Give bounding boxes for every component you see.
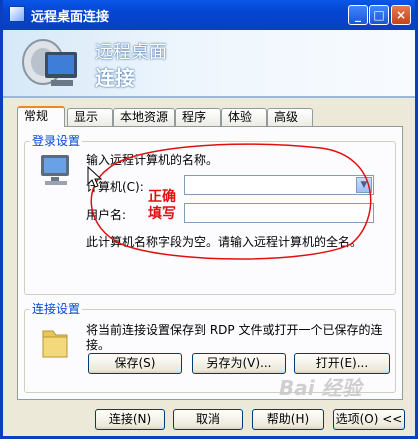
banner-divider (3, 96, 415, 98)
options-button[interactable]: 选项(O) << (333, 409, 405, 430)
monitor-icon (41, 155, 69, 185)
remote-desktop-icon (9, 6, 25, 22)
maximize-button[interactable]: □ (369, 5, 389, 25)
window-title: 远程桌面连接 (31, 10, 110, 25)
banner-title-line1: 远程桌面 (95, 42, 167, 63)
computer-logo-icon (22, 39, 77, 86)
tab-programs[interactable]: 程序 (175, 108, 221, 126)
connection-description-line2: 接。 (86, 338, 111, 352)
baidu-watermark: Bai 经验 (279, 376, 362, 400)
help-button[interactable]: 帮助(H) (252, 409, 324, 430)
tab-local-resources[interactable]: 本地资源 (113, 108, 175, 126)
remote-desktop-window: 远程桌面连接 _ □ × 远程桌面 连接 常规 显示 本地资源 程序 体验 高级… (0, 0, 418, 439)
folder-icon (42, 330, 68, 358)
tab-experience[interactable]: 体验 (221, 108, 267, 126)
title-bar[interactable]: 远程桌面连接 _ □ × (3, 0, 415, 30)
connection-description-line1: 将当前连接设置保存到 RDP 文件或打开一个已保存的连 (86, 323, 383, 337)
red-circle-annotation (90, 143, 372, 260)
save-as-button[interactable]: 另存为(V)... (192, 353, 286, 374)
cancel-button[interactable]: 取消 (173, 409, 243, 430)
open-button[interactable]: 打开(E)... (294, 353, 390, 374)
minimize-button[interactable]: _ (348, 5, 368, 25)
tab-general[interactable]: 常规 (17, 106, 65, 127)
save-button[interactable]: 保存(S) (88, 353, 182, 374)
banner-title-line2: 连接 (95, 66, 135, 90)
connect-button[interactable]: 连接(N) (95, 409, 165, 430)
mouse-cursor-icon (87, 166, 103, 188)
tab-advanced[interactable]: 高级 (267, 108, 313, 126)
login-settings-label: 登录设置 (30, 132, 83, 149)
annotation-line2: 填写 (148, 206, 176, 222)
tab-display[interactable]: 显示 (67, 108, 113, 126)
close-button[interactable]: × (391, 5, 411, 25)
connection-settings-label: 连接设置 (30, 300, 83, 317)
